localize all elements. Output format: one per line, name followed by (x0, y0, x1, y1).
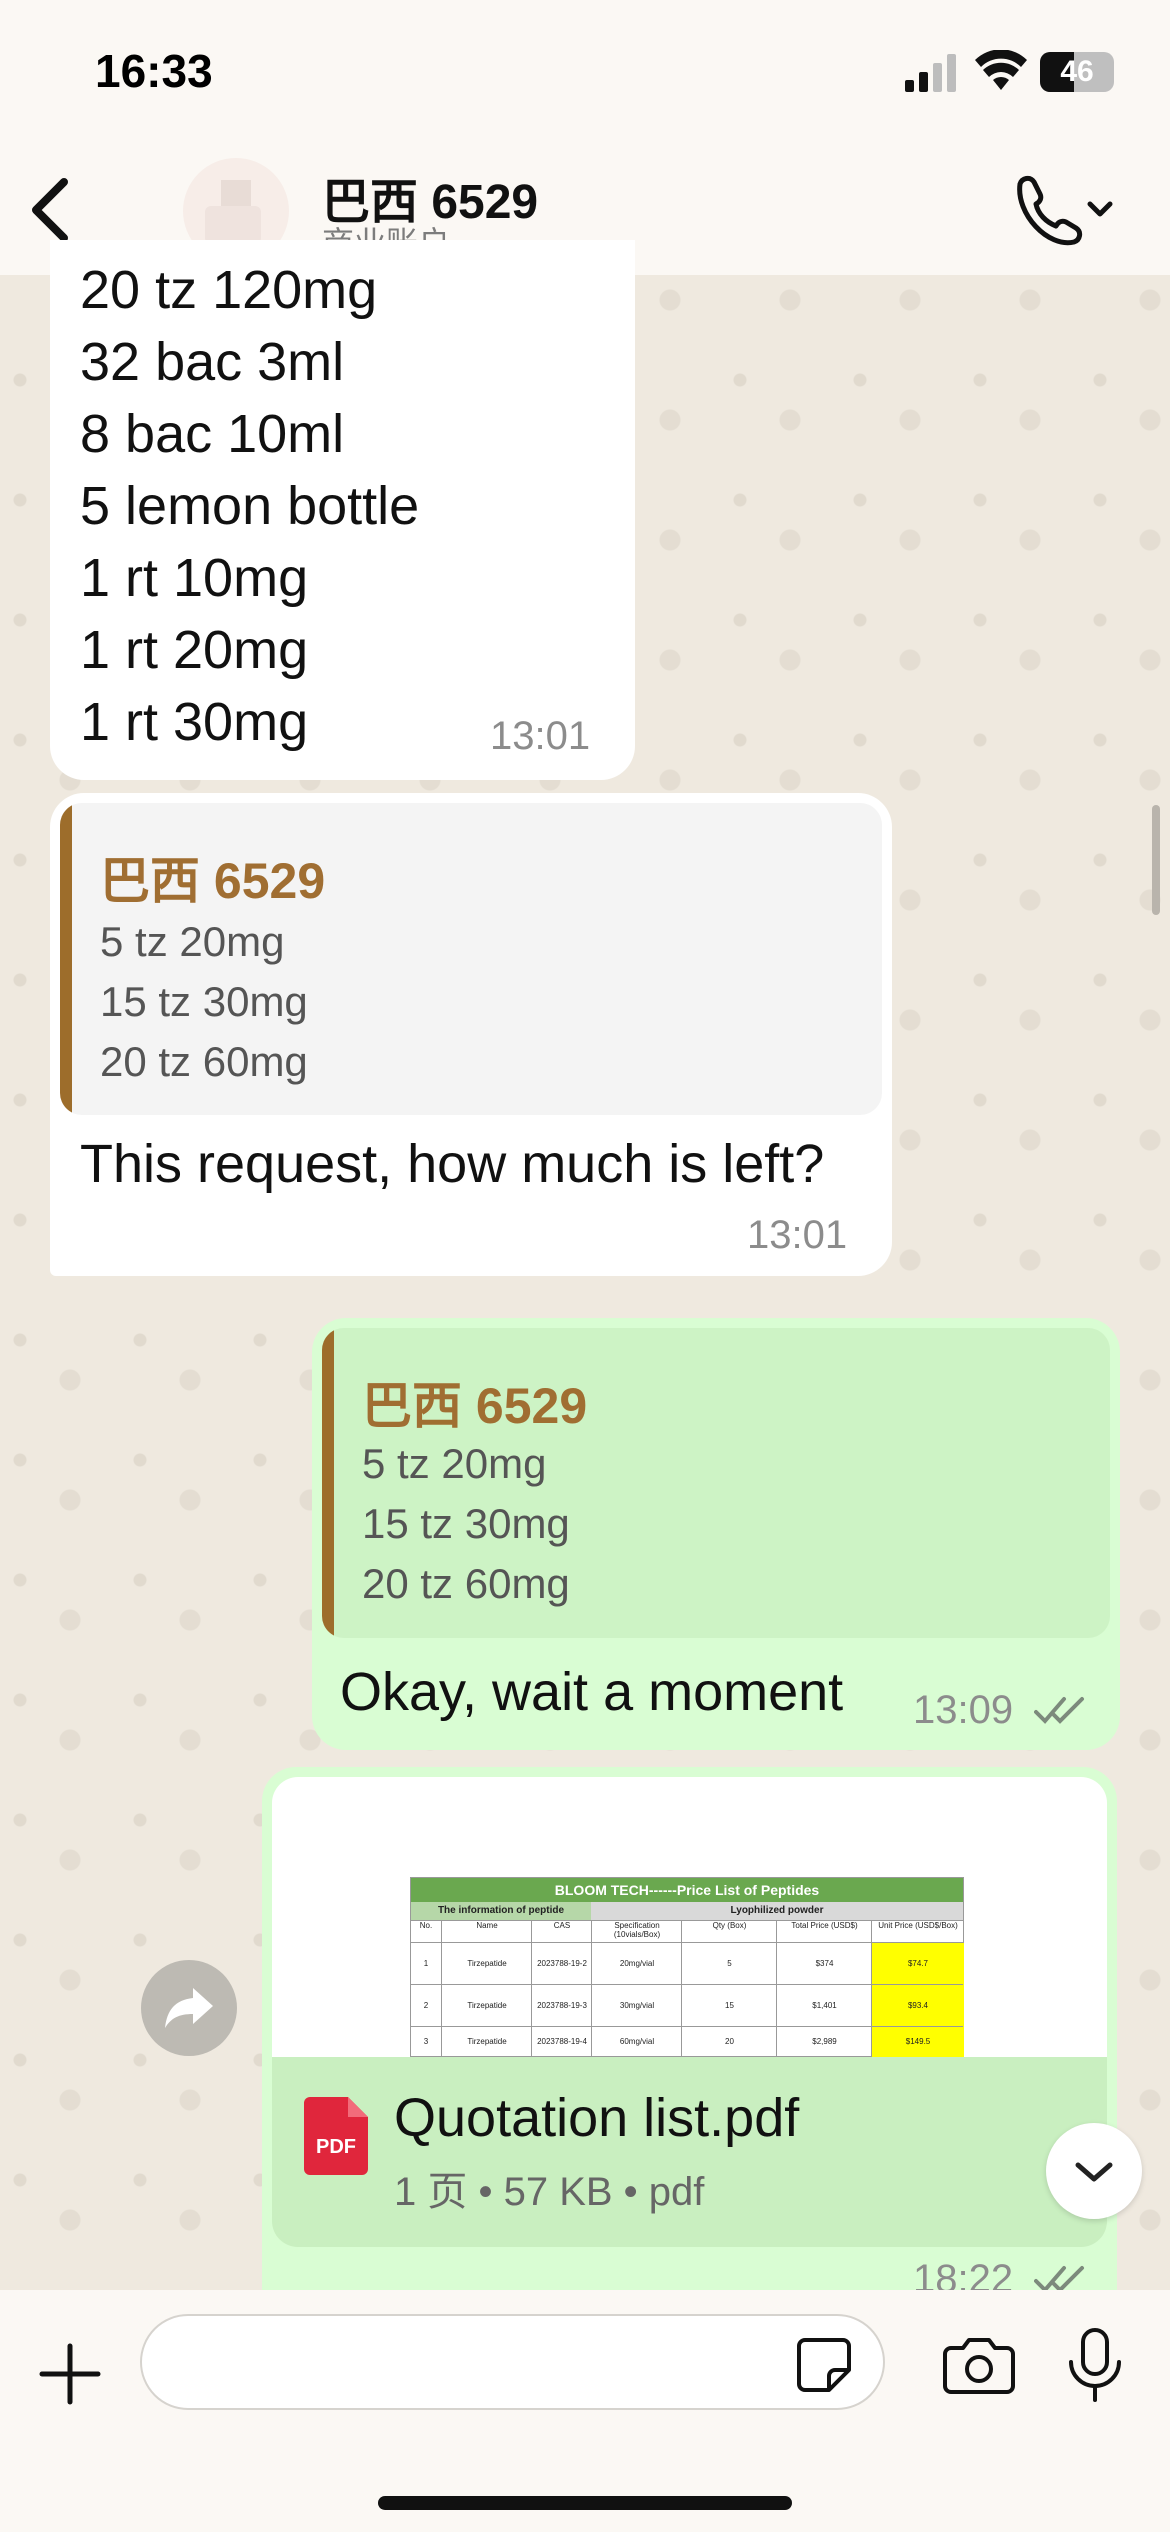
quote-line: 5 tz 20mg (100, 918, 285, 965)
battery-icon: 46 (1040, 52, 1114, 92)
pdf-document-thumbnail: BLOOM TECH------Price List of Peptides T… (410, 1877, 964, 2057)
pdf-table-title: BLOOM TECH------Price List of Peptides (411, 1878, 963, 1902)
message-bubble-outgoing[interactable]: BLOOM TECH------Price List of Peptides T… (262, 1767, 1117, 2327)
pdf-cell: $93.4 (871, 1985, 964, 2027)
avatar-shape (205, 206, 261, 244)
back-icon[interactable] (18, 170, 88, 250)
message-text: Okay, wait a moment (340, 1662, 844, 1722)
pdf-preview[interactable]: BLOOM TECH------Price List of Peptides T… (272, 1777, 1107, 2057)
pdf-icon-label: PDF (316, 2136, 356, 2158)
chevron-down-icon (1087, 201, 1113, 217)
message-time: 13:01 (747, 1213, 848, 1257)
message-time: 13:09 (913, 1688, 1014, 1732)
quote-line: 15 tz 30mg (362, 1500, 570, 1547)
message-text: This request, how much is left? (80, 1134, 825, 1194)
quote-line: 20 tz 60mg (100, 1038, 308, 1085)
camera-icon[interactable] (943, 2334, 1015, 2394)
pdf-cell: $74.7 (871, 1943, 964, 1985)
plus-icon[interactable] (36, 2340, 104, 2408)
quote-author: 巴西 6529 (362, 1378, 588, 1434)
pdf-header-cell: Total Price (USD$) (776, 1921, 872, 1943)
scroll-to-bottom-button[interactable] (1046, 2123, 1142, 2219)
forward-button[interactable] (141, 1960, 237, 2056)
phone-icon[interactable] (1008, 170, 1118, 250)
quote-line: 15 tz 30mg (100, 978, 308, 1025)
pdf-section-right: Lyophilized powder (591, 1902, 963, 1920)
message-line: 32 bac 3ml (80, 332, 345, 392)
double-check-icon (1034, 1697, 1084, 1724)
message-time: 13:01 (490, 714, 591, 758)
file-name: Quotation list.pdf (394, 2088, 800, 2148)
message-line: 5 lemon bottle (80, 476, 420, 536)
quote-author: 巴西 6529 (100, 853, 326, 909)
quote-accent-bar (322, 1328, 334, 1638)
battery-level: 46 (1060, 55, 1094, 88)
pdf-header-cell: CAS (531, 1921, 592, 1943)
pdf-cell: 60mg/vial (591, 2027, 682, 2057)
pdf-cell: Tirzepatide (441, 2027, 532, 2057)
pdf-cell: Tirzepatide (441, 1943, 532, 1985)
pdf-header-cell: Name (441, 1921, 532, 1943)
pdf-header-row: No. Name CAS Specification (10vials/Box)… (411, 1920, 963, 1943)
scroll-indicator[interactable] (1152, 805, 1160, 915)
message-line: 8 bac 10ml (80, 404, 345, 464)
pdf-section-left: The information of peptide (411, 1902, 591, 1920)
quote-line: 5 tz 20mg (362, 1440, 547, 1487)
pdf-cell: 2023788-19-4 (531, 2027, 592, 2057)
quote-line: 20 tz 60mg (362, 1560, 570, 1607)
quoted-message[interactable]: 巴西 6529 5 tz 20mg 15 tz 30mg 20 tz 60mg (322, 1328, 1110, 1638)
signal-icon (905, 54, 956, 92)
message-input[interactable] (140, 2314, 885, 2410)
message-line: 1 rt 20mg (80, 620, 309, 680)
message-line: 20 tz 120mg (80, 260, 378, 320)
message-line: 1 rt 30mg (80, 692, 309, 752)
pdf-table-row: 2 Tirzepatide 2023788-19-3 30mg/vial 15 … (411, 1984, 964, 2027)
pdf-header-cell: Qty (Box) (681, 1921, 777, 1943)
pdf-cell: 5 (681, 1943, 777, 1985)
pdf-header-cell: Specification (10vials/Box) (591, 1921, 682, 1943)
pdf-cell: 1 (423, 1959, 429, 1968)
pdf-cell: 2 (423, 2001, 429, 2010)
message-bubble-incoming[interactable]: 巴西 6529 5 tz 20mg 15 tz 30mg 20 tz 60mg … (50, 793, 892, 1276)
message-text: 20 tz 120mg 32 bac 3ml 8 bac 10ml 5 lemo… (80, 254, 419, 758)
pdf-cell: 2023788-19-3 (531, 1985, 592, 2027)
forward-icon (165, 1988, 213, 2028)
pdf-table-row: 3 Tirzepatide 2023788-19-4 60mg/vial 20 … (411, 2026, 964, 2057)
pdf-header-cell: No. (419, 1921, 433, 1930)
pdf-table-row: 1 Tirzepatide 2023788-19-2 20mg/vial 5 $… (411, 1942, 964, 1985)
pdf-icon: PDF (304, 2097, 368, 2175)
sticker-icon[interactable] (795, 2336, 853, 2394)
status-time: 16:33 (95, 45, 213, 97)
pdf-cell: Tirzepatide (441, 1985, 532, 2027)
pdf-cell: 2023788-19-2 (531, 1943, 592, 1985)
message-line: 1 rt 10mg (80, 548, 309, 608)
pdf-header-cell: Unit Price (USD$/Box) (871, 1921, 964, 1943)
pdf-cell: $1,401 (776, 1985, 872, 2027)
wifi-icon (975, 50, 1027, 90)
file-attachment[interactable]: PDF Quotation list.pdf 1 页 • 57 KB • pdf (272, 2057, 1107, 2247)
pdf-cell: $374 (776, 1943, 872, 1985)
message-bubble-outgoing[interactable]: 巴西 6529 5 tz 20mg 15 tz 30mg 20 tz 60mg … (312, 1318, 1120, 1750)
home-indicator (378, 2496, 792, 2510)
pdf-cell: 15 (681, 1985, 777, 2027)
status-bar: 16:33 46 (0, 0, 1170, 150)
quote-accent-bar (60, 803, 72, 1115)
pdf-cell: 3 (423, 2037, 429, 2046)
pdf-cell: 20mg/vial (591, 1943, 682, 1985)
pdf-cell: 30mg/vial (591, 1985, 682, 2027)
chevron-down-icon (1075, 2162, 1113, 2182)
quoted-message[interactable]: 巴西 6529 5 tz 20mg 15 tz 30mg 20 tz 60mg (60, 803, 882, 1115)
file-meta: 1 页 • 57 KB • pdf (394, 2170, 705, 2214)
microphone-icon[interactable] (1065, 2326, 1125, 2406)
pdf-cell: $149.5 (871, 2027, 964, 2057)
message-bubble-incoming[interactable]: 20 tz 120mg 32 bac 3ml 8 bac 10ml 5 lemo… (50, 240, 635, 780)
pdf-cell: 20 (681, 2027, 777, 2057)
pdf-cell: $2,989 (776, 2027, 872, 2057)
